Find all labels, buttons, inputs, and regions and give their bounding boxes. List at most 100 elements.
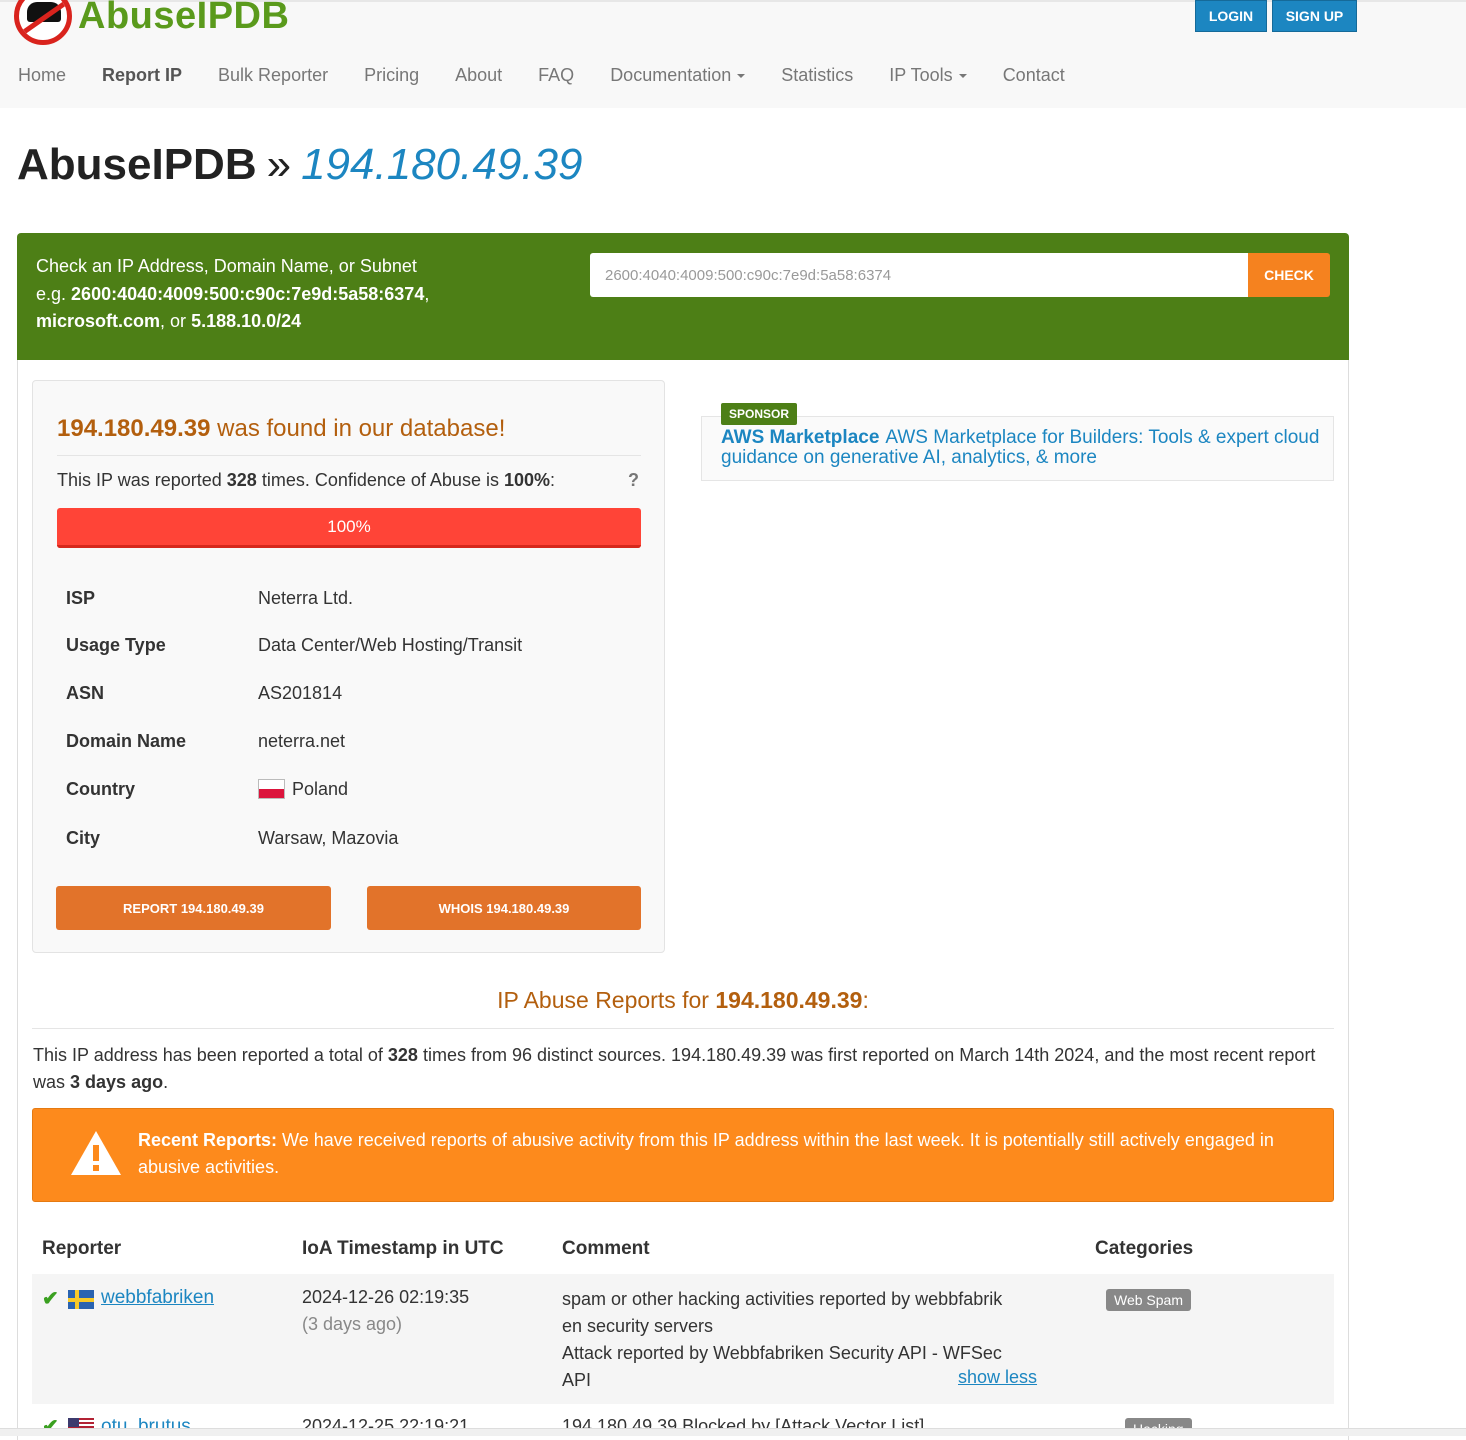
column-header-categories[interactable]: Categories — [1095, 1238, 1193, 1260]
sponsor-badge: SPONSOR — [721, 403, 798, 425]
check-or: , or — [160, 311, 187, 331]
page-title: AbuseIPDB» 194.180.49.39 — [17, 140, 582, 190]
report-relative-time: (3 days ago) — [302, 1314, 403, 1334]
category-badge[interactable]: Web Spam — [1106, 1289, 1191, 1311]
confidence-bar: 100% — [57, 508, 641, 548]
sweden-flag-icon — [68, 1290, 94, 1309]
login-button[interactable]: LOGIN — [1195, 0, 1267, 32]
comment-line: API — [562, 1370, 592, 1390]
poland-flag-icon — [258, 779, 285, 799]
summary-last: 3 days ago — [70, 1072, 164, 1092]
abuseipdb-logo-icon — [14, 0, 72, 45]
nav-report-ip[interactable]: Report IP — [84, 65, 200, 86]
column-header-timestamp[interactable]: IoA Timestamp in UTC — [302, 1238, 504, 1260]
page-title-ip: 194.180.49.39 — [301, 140, 583, 189]
detail-label: Usage Type — [66, 634, 166, 655]
logo-text: AbuseIPDB — [78, 0, 290, 37]
summary-part1: This IP address has been reported a tota… — [33, 1045, 383, 1065]
caret-down-icon — [958, 73, 967, 78]
verified-check-icon: ✔ — [42, 1288, 59, 1310]
column-header-comment[interactable]: Comment — [562, 1238, 650, 1260]
sponsor-link[interactable]: AWS Marketplace AWS Marketplace for Build… — [721, 428, 1321, 468]
detail-value: Data Center/Web Hosting/Transit — [258, 634, 523, 655]
detail-value: AS201814 — [258, 682, 343, 703]
summary-total: 328 — [387, 1045, 418, 1065]
detail-row-isp: ISP Neterra Ltd. — [66, 583, 626, 613]
alert-body: We have received reports of abusive acti… — [138, 1130, 1274, 1177]
detail-label: Domain Name — [66, 730, 187, 751]
page-title-separator: » — [266, 140, 292, 189]
detail-value: neterra.net — [258, 730, 346, 751]
report-count-line: This IP was reported 328 times. Confiden… — [57, 470, 556, 490]
nav-documentation-label: Documentation — [610, 64, 732, 85]
example-domain: microsoft.com — [36, 311, 161, 331]
detail-label: Country — [66, 778, 135, 799]
reports-heading: IP Abuse Reports for 194.180.49.39: — [497, 987, 869, 1013]
example-ip: 2600:4040:4009:500:c90c:7e9d:5a58:6374 — [71, 283, 425, 304]
reporter-link[interactable]: webbfabriken — [101, 1287, 214, 1309]
nav-faq[interactable]: FAQ — [520, 65, 592, 86]
report-count: 328 — [226, 470, 257, 490]
summary-end: . — [163, 1072, 169, 1092]
report-timestamp: 2024-12-26 02:19:35 — [302, 1287, 470, 1307]
detail-row-asn: ASN AS201814 — [66, 678, 626, 708]
reports-title-prefix: IP Abuse Reports for — [497, 987, 709, 1013]
check-ip-panel: Check an IP Address, Domain Name, or Sub… — [17, 233, 1349, 360]
nav-home[interactable]: Home — [0, 65, 84, 86]
check-eg: e.g. — [36, 283, 67, 304]
check-instructions: Check an IP Address, Domain Name, or Sub… — [36, 256, 430, 331]
sponsor-title: AWS Marketplace — [721, 427, 880, 448]
whois-ip-button[interactable]: WHOIS 194.180.49.39 — [367, 886, 641, 930]
detail-value: Neterra Ltd. — [258, 587, 354, 608]
nav-statistics[interactable]: Statistics — [763, 65, 871, 86]
nav-contact[interactable]: Contact — [985, 65, 1083, 86]
confidence-bar-fill: 100% — [57, 508, 641, 548]
reports-summary: This IP address has been reported a tota… — [33, 1042, 1323, 1096]
nav-ip-tools-label: IP Tools — [889, 64, 953, 85]
nav-pricing[interactable]: Pricing — [346, 65, 437, 86]
detail-row-country: Country Poland — [66, 774, 626, 804]
main-nav: Home Report IP Bulk Reporter Pricing Abo… — [0, 58, 1083, 92]
check-line1: Check an IP Address, Domain Name, or Sub… — [36, 256, 417, 276]
detail-label: ASN — [66, 682, 105, 703]
report-ip-button[interactable]: REPORT 194.180.49.39 — [56, 886, 331, 930]
country-name: Poland — [292, 778, 349, 799]
detail-row-city: City Warsaw, Mazovia — [66, 823, 626, 853]
ip-search-input[interactable] — [590, 253, 1248, 297]
found-ip: 194.180.49.39 — [57, 415, 211, 442]
reports-title-ip: 194.180.49.39 — [715, 987, 863, 1013]
show-less-link[interactable]: show less — [958, 1367, 1037, 1388]
column-header-reporter[interactable]: Reporter — [42, 1238, 121, 1260]
found-suffix: was found in our database! — [217, 415, 506, 442]
nav-about[interactable]: About — [437, 65, 520, 86]
nav-bulk-reporter[interactable]: Bulk Reporter — [200, 65, 346, 86]
detail-row-domain: Domain Name neterra.net — [66, 726, 626, 756]
confidence-value: 100% — [503, 470, 551, 490]
example-subnet: 5.188.10.0/24 — [191, 311, 302, 331]
divider — [57, 455, 641, 456]
ip-result-card: 194.180.49.39 was found in our database!… — [32, 380, 665, 953]
detail-value-country: Poland — [258, 779, 348, 800]
site-logo[interactable]: AbuseIPDB — [14, 0, 290, 45]
found-heading: 194.180.49.39 was found in our database! — [57, 415, 505, 443]
caret-down-icon — [737, 73, 746, 78]
comment-line: spam or other hacking activities reporte… — [562, 1289, 1003, 1309]
page-title-site: AbuseIPDB — [17, 140, 257, 189]
top-navbar: AbuseIPDB LOGIN SIGN UP Home Report IP B… — [0, 0, 1466, 108]
detail-label: ISP — [66, 587, 96, 608]
divider — [32, 1028, 1334, 1029]
nav-documentation[interactable]: Documentation — [592, 65, 763, 86]
check-button[interactable]: CHECK — [1248, 253, 1330, 297]
signup-button[interactable]: SIGN UP — [1272, 0, 1357, 32]
nav-ip-tools[interactable]: IP Tools — [871, 65, 984, 86]
warning-icon — [71, 1131, 121, 1175]
alert-title: Recent Reports: — [138, 1130, 278, 1150]
recent-reports-alert: Recent Reports: We have received reports… — [32, 1108, 1334, 1202]
help-icon[interactable]: ? — [628, 470, 639, 491]
reported-mid: times. Confidence of Abuse is — [261, 470, 499, 490]
reported-prefix: This IP was reported — [57, 470, 222, 490]
comment-line: en security servers — [562, 1316, 714, 1336]
alert-message: Recent Reports: We have received reports… — [138, 1127, 1298, 1181]
detail-label: City — [66, 827, 101, 848]
detail-value: Warsaw, Mazovia — [258, 827, 399, 848]
